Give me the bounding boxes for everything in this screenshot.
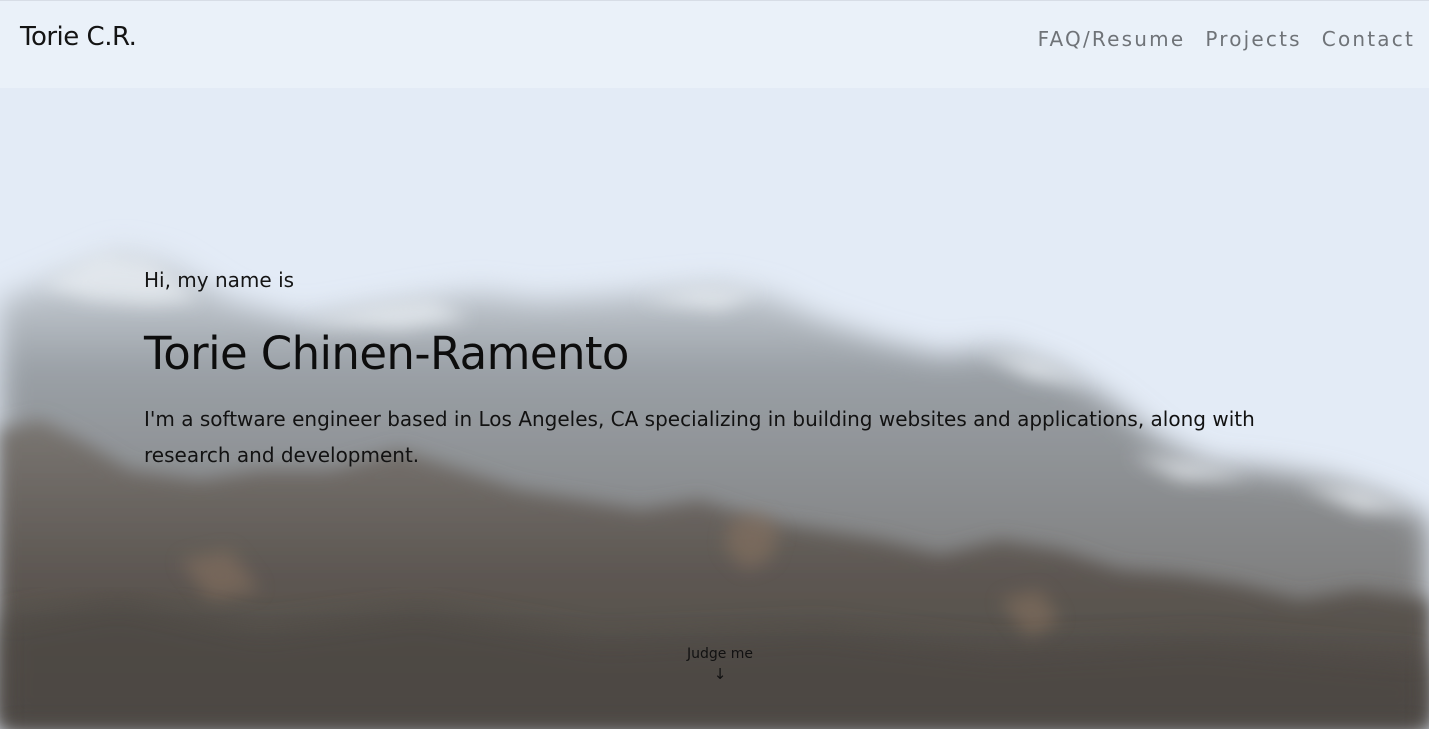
nav-link-faq-resume[interactable]: FAQ/Resume: [1038, 27, 1186, 51]
top-navbar: Torie C.R. FAQ/Resume Projects Contact: [0, 0, 1429, 88]
hero-greeting: Hi, my name is: [144, 268, 295, 292]
page: Torie C.R. FAQ/Resume Projects Contact H…: [0, 0, 1429, 729]
main-nav: FAQ/Resume Projects Contact: [1038, 27, 1415, 51]
arrow-down-icon: ↓: [713, 665, 727, 683]
hero-section: Hi, my name is Torie Chinen-Ramento I'm …: [144, 264, 1304, 473]
nav-link-contact[interactable]: Contact: [1322, 27, 1415, 51]
scroll-down-label: Judge me: [686, 646, 754, 662]
hero-description: I'm a software engineer based in Los Ang…: [144, 407, 1255, 467]
hero-name-heading: Torie Chinen-Ramento: [144, 327, 629, 380]
nav-link-projects[interactable]: Projects: [1205, 27, 1301, 51]
brand-logo-link[interactable]: Torie C.R.: [20, 22, 137, 52]
scroll-down-link[interactable]: Judge me ↓: [660, 644, 780, 684]
